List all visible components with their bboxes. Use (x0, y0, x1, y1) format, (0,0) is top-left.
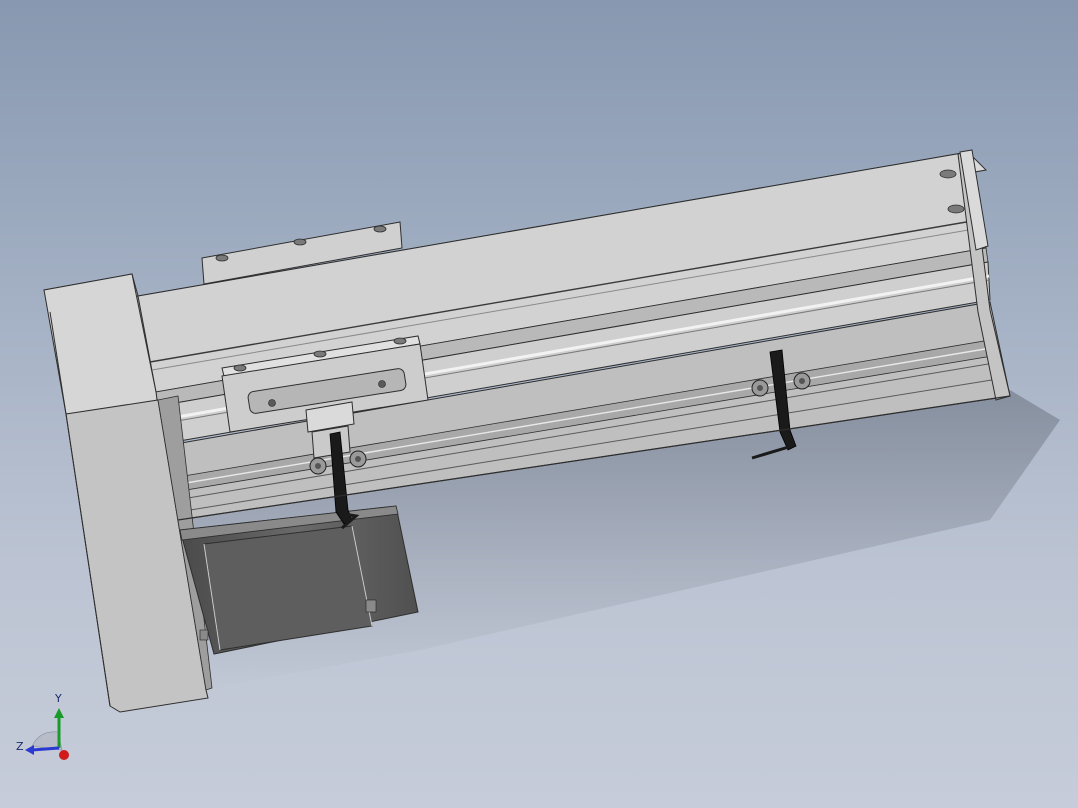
roller-wheel (315, 463, 321, 469)
bolt-head (268, 399, 276, 407)
bolt-hole (939, 169, 957, 179)
roller-wheel (799, 378, 805, 384)
y-axis-label: Y (54, 692, 62, 705)
y-axis-arrow (54, 708, 64, 718)
roller-wheel (757, 385, 763, 391)
bolt-hole (215, 254, 229, 262)
z-axis (31, 746, 60, 752)
bolt-hole (293, 238, 307, 246)
x-axis-point (59, 750, 69, 760)
bolt-head (378, 380, 386, 388)
motor-connector (365, 599, 377, 613)
orientation-triad[interactable]: Y Z (10, 688, 80, 768)
graphics-viewport[interactable]: Y Z (0, 0, 1078, 808)
z-axis-arrow (25, 745, 34, 755)
motor-connector (199, 629, 209, 641)
bolt-hole (393, 337, 407, 345)
bolt-hole (947, 204, 965, 214)
bolt-hole (233, 364, 247, 372)
bolt-hole (313, 350, 327, 358)
cad-model[interactable] (0, 0, 1078, 808)
roller-wheel (355, 456, 361, 462)
bolt-hole (373, 225, 387, 233)
z-axis-label: Z (16, 740, 24, 753)
